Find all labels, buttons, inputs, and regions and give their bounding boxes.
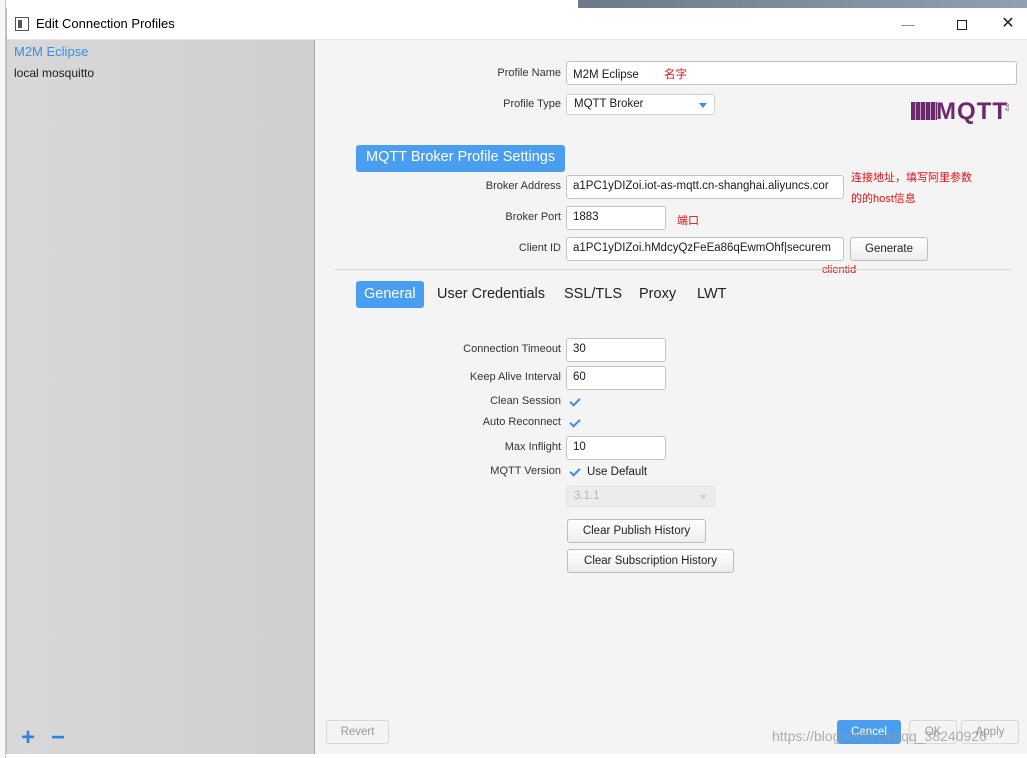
auto-reconnect-checkbox[interactable] (569, 417, 581, 429)
tab-general[interactable]: General (356, 281, 424, 308)
max-inflight-input[interactable]: 10 (566, 436, 666, 460)
profile-name-input[interactable]: M2M Eclipse 名字 (566, 61, 1017, 85)
tab-lwt[interactable]: LWT (697, 281, 727, 308)
maximize-button[interactable] (939, 12, 985, 36)
section-divider (335, 269, 1011, 270)
mqtt-version-value: 3.1.1 (574, 490, 600, 502)
background-window-strip (578, 0, 1027, 8)
window-title: Edit Connection Profiles (36, 16, 175, 31)
tab-ssl-tls[interactable]: SSL/TLS (564, 281, 622, 308)
use-default-checkbox[interactable] (569, 466, 581, 478)
use-default-label: Use Default (587, 466, 648, 478)
client-id-label: Client ID (518, 242, 561, 254)
broker-port-label: Broker Port (505, 211, 561, 223)
chevron-down-icon (699, 495, 707, 500)
app-window-icon (15, 17, 29, 31)
broker-address-annotation-line2: 的的host信息 (851, 193, 916, 205)
generate-button[interactable]: Generate (850, 237, 928, 261)
remove-profile-button[interactable]: − (51, 726, 65, 750)
profile-name-value: M2M Eclipse (573, 69, 639, 81)
keep-alive-label: Keep Alive Interval (469, 371, 561, 383)
profile-name-label: Profile Name (497, 67, 561, 79)
clean-session-label: Clean Session (490, 395, 561, 407)
profile-editor-panel: Profile Name M2M Eclipse 名字 Profile Type… (315, 40, 1027, 754)
profile-name-annotation: 名字 (664, 69, 688, 81)
section-header: MQTT Broker Profile Settings (356, 145, 566, 172)
max-inflight-label: Max Inflight (504, 441, 561, 453)
keep-alive-input[interactable]: 60 (566, 366, 666, 390)
mqtt-logo-bars (911, 102, 937, 120)
broker-address-input[interactable]: a1PC1yDIZoi.iot-as-mqtt.cn-shanghai.aliy… (566, 175, 844, 199)
clear-subscription-history-button[interactable]: Clear Subscription History (567, 549, 734, 573)
profile-type-select[interactable]: MQTT Broker (566, 94, 715, 115)
mqtt-logo-small: .org (1004, 102, 1010, 111)
broker-port-annotation: 端口 (677, 215, 699, 227)
connection-timeout-input[interactable]: 30 (566, 338, 666, 362)
profile-item-local-mosquitto[interactable]: local mosquitto (14, 66, 94, 80)
close-button[interactable]: ✕ (985, 12, 1027, 36)
tab-proxy[interactable]: Proxy (639, 281, 676, 308)
title-bar: Edit Connection Profiles — ✕ (7, 8, 1027, 40)
profile-list-sidebar: M2M Eclipse local mosquitto + − (7, 40, 315, 754)
broker-address-label: Broker Address (485, 180, 561, 192)
auto-reconnect-label: Auto Reconnect (482, 416, 561, 428)
client-id-input[interactable]: a1PC1yDIZoi.hMdcyQzFeEa86qEwmOhf|securem (566, 237, 844, 261)
minimize-button[interactable]: — (885, 12, 931, 36)
connection-timeout-label: Connection Timeout (463, 343, 561, 355)
clear-publish-history-button[interactable]: Clear Publish History (567, 519, 706, 543)
profile-type-value: MQTT Broker (574, 98, 644, 110)
add-profile-button[interactable]: + (21, 726, 35, 750)
chevron-down-icon (699, 103, 707, 108)
maximize-icon (957, 20, 967, 31)
mqtt-version-select[interactable]: 3.1.1 (566, 486, 715, 507)
blog-watermark: https://blog.csdn.net/qq_38240926 (772, 728, 987, 744)
revert-button[interactable]: Revert (326, 720, 389, 744)
profile-type-label: Profile Type (503, 98, 561, 110)
mqtt-logo-text: MQTT (936, 98, 1008, 125)
mqtt-version-label: MQTT Version (490, 465, 561, 477)
clean-session-checkbox[interactable] (569, 396, 581, 408)
profile-item-m2m-eclipse[interactable]: M2M Eclipse (14, 44, 88, 59)
tab-user-credentials[interactable]: User Credentials (437, 281, 545, 308)
edit-connection-profiles-window: Edit Connection Profiles — ✕ M2M Eclipse… (6, 8, 1027, 754)
mqtt-logo: MQTT .org (911, 98, 1013, 128)
broker-address-annotation-line1: 连接地址，填写阿里参数 (851, 172, 972, 184)
broker-port-input[interactable]: 1883 (566, 206, 666, 230)
client-id-annotation: clientid (822, 264, 857, 276)
